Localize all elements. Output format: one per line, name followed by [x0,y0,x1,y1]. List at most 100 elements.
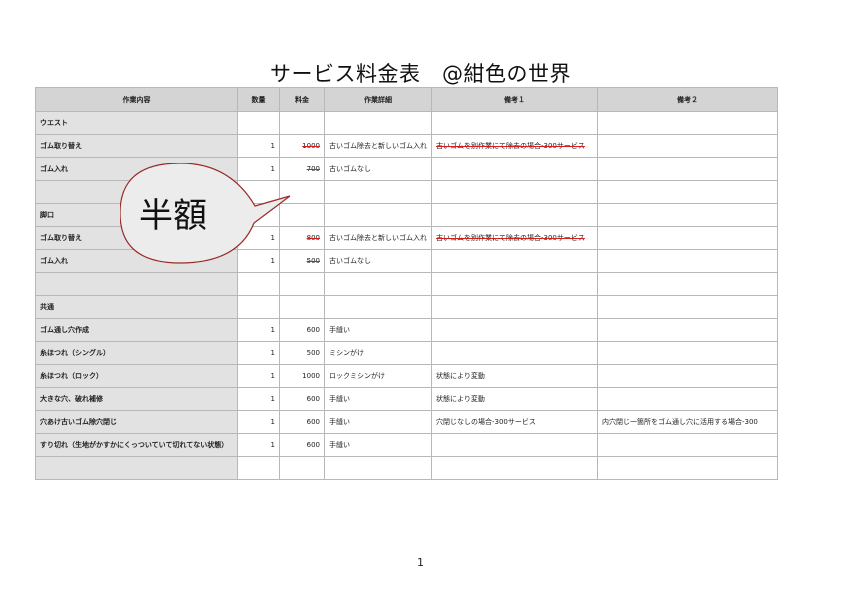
note1-cell: 状態により変動 [431,364,598,388]
detail-cell: 手縫い [324,410,432,434]
note2-cell [597,456,778,480]
note2-cell [597,249,778,273]
task-cell: 共通 [35,295,238,319]
note1-cell [431,203,598,227]
note1-cell: 状態により変動 [431,387,598,411]
detail-cell: 手縫い [324,387,432,411]
detail-cell [324,456,432,480]
detail-cell: 古いゴム除去と新しいゴム入れ [324,134,432,158]
detail-cell [324,272,432,296]
price-cell: 600 [279,318,325,342]
price-cell [279,456,325,480]
header-note1: 備考１ [431,87,598,112]
table-row: 大きな穴、破れ補修 1 600 手縫い 状態により変動 [35,387,778,411]
task-cell: 大きな穴、破れ補修 [35,387,238,411]
note2-cell [597,157,778,181]
detail-cell: 古いゴム除去と新しいゴム入れ [324,226,432,250]
header-note2: 備考２ [597,87,778,112]
detail-cell: ミシンがけ [324,341,432,365]
note2-cell [597,272,778,296]
quantity-cell: 1 [237,341,280,365]
table-row: すり切れ（生地がかすかにくっついていて切れてない状態） 1 600 手縫い [35,433,778,457]
note1-cell [431,456,598,480]
note1-cell: 古いゴムを別作業にて除去の場合-300サービス [431,134,598,158]
detail-cell: 手縫い [324,433,432,457]
page-number: 1 [417,556,424,569]
note1-cell [431,157,598,181]
task-cell [35,456,238,480]
quantity-cell [237,111,280,135]
price-cell: 1000 [279,134,325,158]
note2-cell [597,111,778,135]
detail-cell [324,180,432,204]
detail-cell: ロックミシンがけ [324,364,432,388]
note1-cell: 古いゴムを別作業にて除去の場合-300サービス [431,226,598,250]
detail-cell [324,295,432,319]
detail-cell: 古いゴムなし [324,157,432,181]
header-row: 作業内容 数量 料金 作業詳細 備考１ 備考２ [35,87,778,112]
price-cell: 600 [279,410,325,434]
header-task: 作業内容 [35,87,238,112]
task-cell: ゴム取り替え [35,134,238,158]
quantity-cell: 1 [237,318,280,342]
price-cell: 500 [279,341,325,365]
price-cell [279,272,325,296]
note2-cell: 内穴閉じ一箇所をゴム通し穴に活用する場合-300 [597,410,778,434]
price-cell [279,295,325,319]
quantity-cell [237,456,280,480]
note2-cell [597,318,778,342]
note2-cell [597,387,778,411]
bubble-text: 半額 [139,196,207,236]
quantity-cell: 1 [237,134,280,158]
note1-cell [431,111,598,135]
price-cell: 1000 [279,364,325,388]
note1-cell [431,249,598,273]
quantity-cell [237,272,280,296]
quantity-cell: 1 [237,433,280,457]
price-cell: 600 [279,387,325,411]
header-price: 料金 [279,87,325,112]
header-detail: 作業詳細 [324,87,432,112]
note2-cell [597,134,778,158]
note1-cell: 穴閉じなしの場合-300サービス [431,410,598,434]
detail-cell [324,203,432,227]
quantity-cell: 1 [237,364,280,388]
quantity-cell: 1 [237,410,280,434]
table-row [35,272,778,296]
note2-cell [597,180,778,204]
note2-cell [597,295,778,319]
task-cell: ウエスト [35,111,238,135]
note2-cell [597,341,778,365]
page-title: サービス料金表 @紺色の世界 [270,62,571,86]
note2-cell [597,433,778,457]
task-cell: すり切れ（生地がかすかにくっついていて切れてない状態） [35,433,238,457]
table-row: 糸ほつれ（シングル） 1 500 ミシンがけ [35,341,778,365]
table-row: ゴム通し穴作成 1 600 手縫い [35,318,778,342]
price-table: 作業内容 数量 料金 作業詳細 備考１ 備考２ ウエスト ゴム取り替え 1 1000 古… [35,87,778,480]
detail-cell: 古いゴムなし [324,249,432,273]
note1-cell [431,318,598,342]
table-row: ゴム取り替え 1 1000 古いゴム除去と新しいゴム入れ 古いゴムを別作業にて除去の場合… [35,134,778,158]
note2-cell [597,203,778,227]
table-row [35,456,778,480]
table-row: 共通 [35,295,778,319]
price-cell [279,111,325,135]
note1-cell [431,272,598,296]
table-row: ウエスト [35,111,778,135]
note2-cell [597,364,778,388]
quantity-cell [237,295,280,319]
table-row: 穴あけ古いゴム除穴閉じ 1 600 手縫い 穴閉じなしの場合-300サービス 内穴閉じ一箇… [35,410,778,434]
header-quantity: 数量 [237,87,280,112]
note1-cell [431,180,598,204]
task-cell: 糸ほつれ（シングル） [35,341,238,365]
task-cell [35,272,238,296]
note1-cell [431,433,598,457]
task-cell: 糸ほつれ（ロック） [35,364,238,388]
note2-cell [597,226,778,250]
detail-cell: 手縫い [324,318,432,342]
task-cell: ゴム通し穴作成 [35,318,238,342]
price-cell: 600 [279,433,325,457]
table-row: 糸ほつれ（ロック） 1 1000 ロックミシンがけ 状態により変動 [35,364,778,388]
detail-cell [324,111,432,135]
note1-cell [431,341,598,365]
